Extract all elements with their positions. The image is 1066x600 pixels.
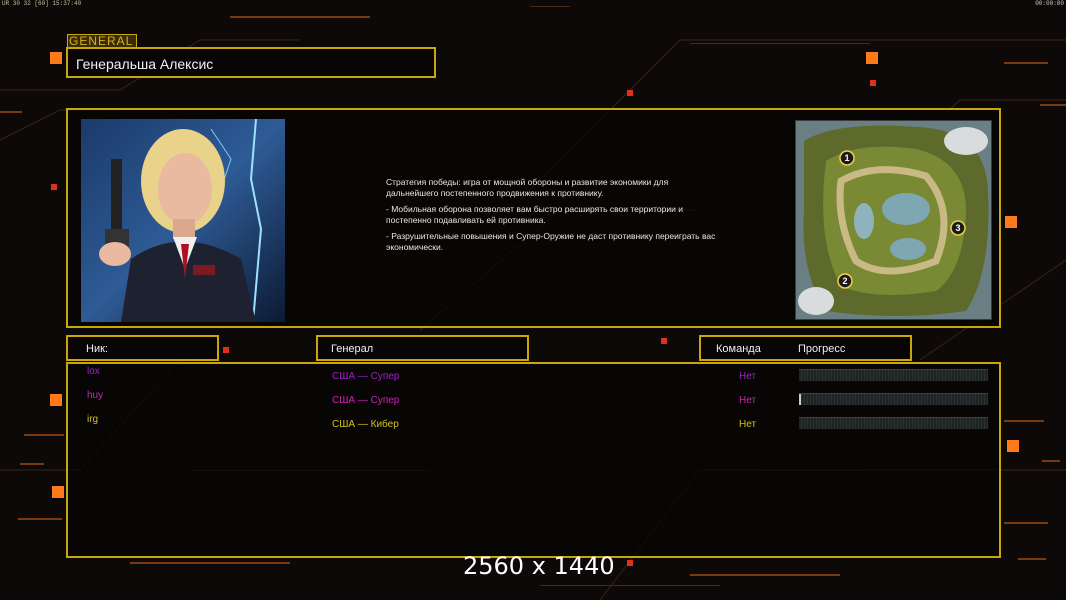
player-general[interactable]: США — Супер	[332, 371, 399, 382]
player-nick: lox	[87, 366, 100, 377]
player-row[interactable]: irg США — Кибер Нет	[68, 414, 999, 432]
header-general: Генерал	[316, 335, 529, 361]
map-marker-2: 2	[842, 276, 847, 286]
player-row[interactable]: lox США — Супер Нет	[68, 366, 999, 384]
player-progress-bar	[799, 417, 988, 429]
header-general-label: Генерал	[331, 343, 374, 355]
general-title-box: Генеральша Алексис	[66, 47, 436, 78]
section-tag: GENERAL	[67, 34, 137, 48]
description-line: - Разрушительные повышения и Супер-Оружи…	[386, 231, 716, 252]
player-row[interactable]: huy США — Супер Нет	[68, 390, 999, 408]
player-team[interactable]: Нет	[739, 371, 756, 382]
map-marker-3: 3	[955, 223, 960, 233]
resolution-label: 2560 x 1440	[463, 552, 615, 580]
player-progress-bar	[799, 393, 988, 405]
header-nick-label: Ник:	[86, 343, 108, 355]
player-nick: irg	[87, 414, 99, 425]
description-line: - Мобильная оборона позволяет вам быстро…	[386, 204, 683, 225]
header-team-label: Команда	[716, 343, 761, 355]
map-marker-1: 1	[844, 153, 849, 163]
player-progress-bar	[799, 369, 988, 381]
player-general[interactable]: США — Кибер	[332, 419, 399, 430]
hud-clock: 00:00:00	[1035, 0, 1064, 7]
header-team-progress: Команда Прогресс	[699, 335, 912, 361]
description-line: Стратегия победы: игра от мощной обороны…	[386, 177, 669, 198]
general-description: Стратегия победы: игра от мощной обороны…	[386, 177, 716, 259]
player-team[interactable]: Нет	[739, 419, 756, 430]
general-name: Генеральша Алексис	[76, 56, 214, 72]
map-preview: 1 2 3	[795, 120, 992, 320]
player-nick: huy	[87, 390, 104, 401]
players-list: lox США — Супер Нет huy США — Супер Нет irg США…	[66, 362, 1001, 558]
general-portrait	[81, 119, 285, 322]
player-team[interactable]: Нет	[739, 395, 756, 406]
general-info-panel: Стратегия победы: игра от мощной обороны…	[66, 108, 1001, 328]
header-nick: Ник:	[66, 335, 219, 361]
player-general[interactable]: США — Супер	[332, 395, 399, 406]
header-progress-label: Прогресс	[798, 343, 846, 355]
hud-top-left: UR 30 32 [60] 15:37:40	[2, 0, 82, 7]
progress-fill	[799, 394, 801, 405]
